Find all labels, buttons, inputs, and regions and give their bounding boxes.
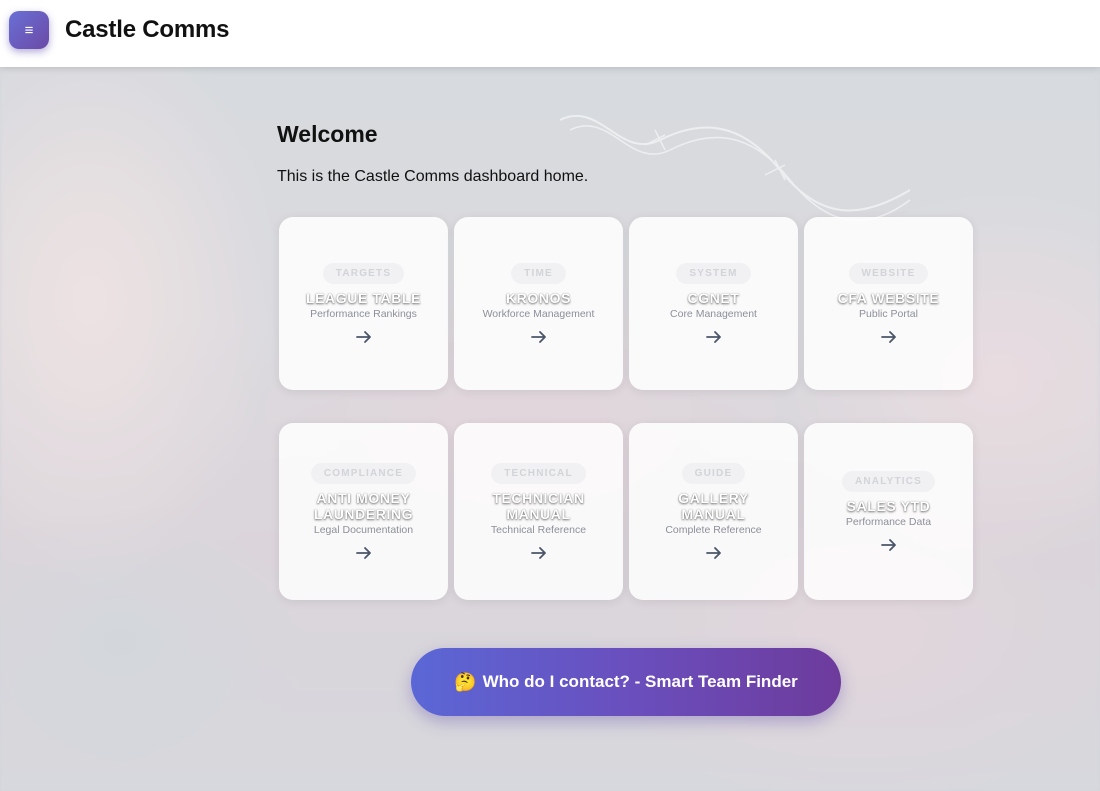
arrow-right-icon: [355, 547, 371, 559]
arrow-right-icon: [530, 547, 546, 559]
card-anti-money-laundering[interactable]: COMPLIANCE ANTI MONEY LAUNDERING Legal D…: [279, 423, 448, 600]
card-tag: TECHNICAL: [491, 463, 586, 484]
card-sales-ytd[interactable]: ANALYTICS SALES YTD Performance Data: [804, 423, 973, 600]
welcome-text: This is the Castle Comms dashboard home.: [277, 168, 589, 185]
card-title: ANTI MONEY LAUNDERING: [313, 490, 414, 522]
card-gallery-manual[interactable]: GUIDE GALLERY MANUAL Complete Reference: [629, 423, 798, 600]
card-tag: TIME: [511, 263, 566, 284]
arrow-right-icon: [530, 331, 546, 343]
app-title: Castle Comms: [65, 16, 230, 43]
card-league-table[interactable]: TARGETS LEAGUE TABLE Performance Ranking…: [279, 217, 448, 390]
card-subtitle: Workforce Management: [482, 308, 595, 320]
card-subtitle: Core Management: [670, 308, 757, 320]
arrow-right-icon: [355, 331, 371, 343]
card-tag: SYSTEM: [676, 263, 751, 284]
card-title: SALES YTD: [846, 498, 931, 514]
hamburger-menu-button[interactable]: ≡: [9, 11, 49, 49]
card-title: GALLERY MANUAL: [678, 490, 749, 522]
card-tag: COMPLIANCE: [310, 463, 417, 484]
card-subtitle: Public Portal: [859, 308, 918, 320]
arrow-right-icon: [880, 331, 896, 343]
card-tag: GUIDE: [681, 463, 746, 484]
top-header: ≡ Castle Comms: [0, 0, 1100, 67]
smart-team-finder-button[interactable]: 🤔 Who do I contact? - Smart Team Finder: [411, 648, 841, 716]
thinking-face-icon: 🤔: [454, 671, 477, 692]
arrow-right-icon: [705, 331, 721, 343]
card-subtitle: Legal Documentation: [313, 524, 414, 536]
card-subtitle: Performance Rankings: [310, 308, 417, 320]
card-title: TECHNICIAN MANUAL: [492, 490, 585, 522]
card-title: LEAGUE TABLE: [305, 290, 422, 306]
card-technician-manual[interactable]: TECHNICAL TECHNICIAN MANUAL Technical Re…: [454, 423, 623, 600]
card-tag: TARGETS: [322, 263, 405, 284]
card-tag: ANALYTICS: [841, 471, 936, 492]
card-subtitle: Technical Reference: [490, 524, 587, 536]
menu-icon: ≡: [24, 21, 34, 39]
card-cfa-website[interactable]: WEBSITE CFA WEBSITE Public Portal: [804, 217, 973, 390]
card-subtitle: Performance Data: [845, 516, 932, 528]
page-title: Welcome: [277, 121, 378, 147]
main-content: Welcome This is the Castle Comms dashboa…: [277, 67, 977, 791]
card-title: CFA WEBSITE: [837, 290, 940, 306]
card-cgnet[interactable]: SYSTEM CGNET Core Management: [629, 217, 798, 390]
arrow-right-icon: [880, 539, 896, 551]
card-title: CGNET: [687, 290, 740, 306]
card-kronos[interactable]: TIME KRONOS Workforce Management: [454, 217, 623, 390]
card-tag: WEBSITE: [848, 263, 929, 284]
card-subtitle: Complete Reference: [665, 524, 762, 536]
arrow-right-icon: [705, 547, 721, 559]
smart-team-finder-label: Who do I contact? - Smart Team Finder: [482, 672, 798, 691]
card-title: KRONOS: [505, 290, 572, 306]
